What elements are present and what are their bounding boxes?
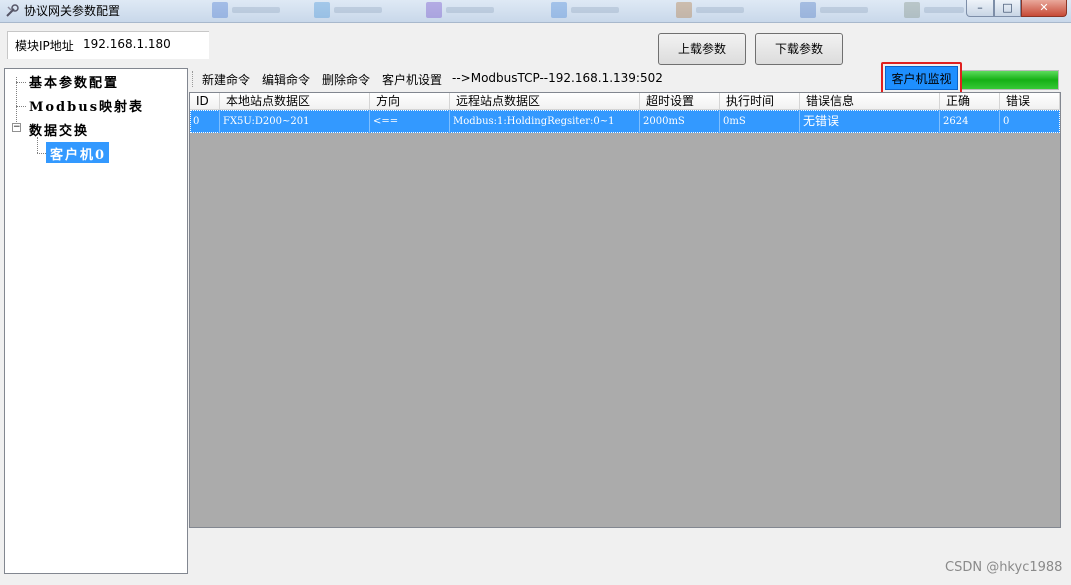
cell-correct-count: 2624 [940,110,1000,133]
column-header-error[interactable]: 错误 [1000,93,1060,110]
tree-connector [16,82,26,83]
toolbar-grip [192,71,195,87]
tree-connector [37,137,38,153]
column-header-local-area[interactable]: 本地站点数据区 [220,93,370,110]
background-taskbar-item [904,2,964,20]
edit-command-button[interactable]: 编辑命令 [262,71,310,88]
download-params-button[interactable]: 下载参数 [755,33,843,65]
delete-command-button[interactable]: 删除命令 [322,71,370,88]
cell-error-info: 无错误 [800,110,940,133]
column-header-correct[interactable]: 正确 [940,93,1000,110]
background-taskbar-item [426,2,494,20]
cell-remote-area: Modbus:1:HoldingRegsiter:0~1 [450,110,640,133]
column-header-exec-time[interactable]: 执行时间 [720,93,800,110]
ip-address-label: 模块IP地址 [15,39,74,53]
tree-item-data-exchange[interactable]: 数据交换 [29,120,89,139]
window-title: 协议网关参数配置 [24,4,121,18]
cell-timeout: 2000mS [640,110,720,133]
highlight-frame [881,62,962,94]
progress-bar-fill [962,71,1058,89]
column-header-timeout[interactable]: 超时设置 [640,93,720,110]
background-taskbar-item [314,2,382,20]
maximize-button[interactable]: □ [994,0,1021,17]
tree-item-modbus-map[interactable]: Modbus映射表 [29,96,144,115]
ip-address-value[interactable]: 192.168.1.180 [83,37,171,51]
column-header-direction[interactable]: 方向 [370,93,450,110]
close-button[interactable]: ✕ [1021,0,1067,17]
upload-params-button[interactable]: 上载参数 [658,33,746,65]
tree-item-client0[interactable]: 客户机0 [50,144,106,163]
collapse-icon[interactable]: − [12,123,21,132]
minimize-button[interactable]: – [966,0,994,17]
tree-item-basic-params[interactable]: 基本参数配置 [29,72,119,91]
connection-info: -->ModbusTCP--192.168.1.139:502 [452,71,663,85]
watermark: CSDN @hkyc1988 [945,560,1063,575]
cell-direction: <== [370,110,450,133]
background-taskbar-item [551,2,619,20]
cell-local-area: FX5U:D200~201 [220,110,370,133]
background-taskbar-item [676,2,744,20]
tree-connector [37,153,46,154]
command-table [189,92,1061,528]
column-header-remote-area[interactable]: 远程站点数据区 [450,93,640,110]
background-taskbar-item [800,2,868,20]
app-icon [6,4,19,17]
cell-error-count: 0 [1003,116,1010,127]
column-header-id[interactable]: ID [190,93,220,110]
tree-connector [16,106,26,107]
background-taskbar-item [212,2,280,20]
client-settings-button[interactable]: 客户机设置 [382,71,442,88]
cell-id: 0 [190,110,220,133]
new-command-button[interactable]: 新建命令 [202,71,250,88]
cell-exec-time: 0mS [720,110,800,133]
column-header-error-info[interactable]: 错误信息 [800,93,940,110]
